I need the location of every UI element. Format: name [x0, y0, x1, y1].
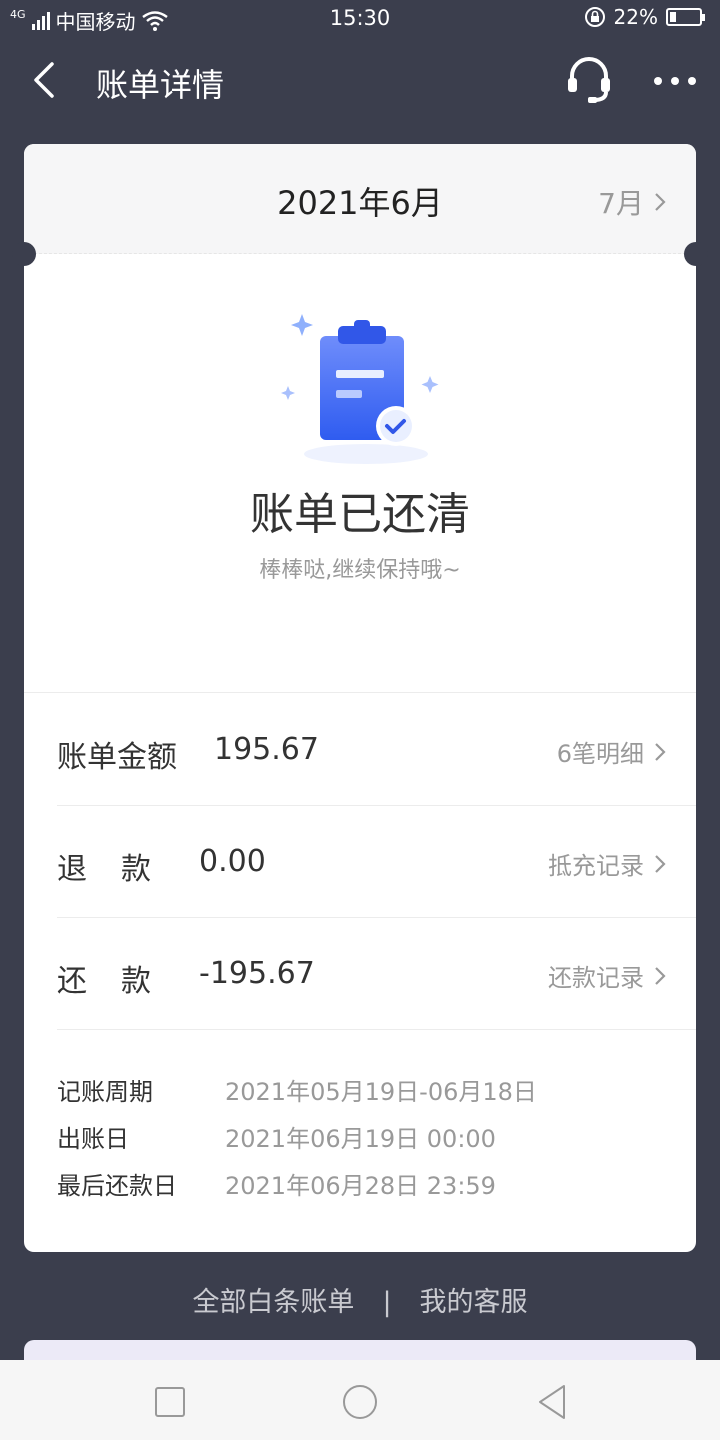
link-label: 6笔明细 — [556, 740, 644, 768]
row-label: 账单金额 — [57, 740, 177, 775]
back-nav-icon[interactable] — [534, 1382, 574, 1422]
row-label: 还 款 — [57, 964, 153, 999]
month-header: 2021年6月 7月 — [24, 144, 696, 254]
footer-separator: | — [382, 1287, 392, 1318]
link-label: 抵充记录 — [548, 852, 644, 880]
rotation-lock-icon — [584, 7, 605, 27]
row-label: 退 款 — [57, 852, 153, 887]
repayment-records-link[interactable]: 还款记录 — [548, 958, 666, 993]
back-icon[interactable] — [28, 60, 68, 100]
next-month-label: 7月 — [598, 187, 644, 220]
status-bar: 4G 中国移动 15:30 22% — [0, 0, 720, 38]
link-label: 还款记录 — [548, 964, 644, 992]
status-right: 22% — [584, 5, 705, 29]
ticket-notch-left — [12, 242, 36, 266]
info-value: 2021年06月19日 00:00 — [225, 1125, 496, 1153]
ticket-notch-right — [684, 242, 708, 266]
system-nav-bar — [0, 1360, 720, 1440]
row-amount: -195.67 — [199, 956, 315, 991]
offset-records-link[interactable]: 抵充记录 — [548, 846, 666, 881]
all-bills-link[interactable]: 全部白条账单 — [192, 1280, 354, 1319]
divider — [57, 1029, 696, 1030]
status-title: 账单已还清 — [250, 489, 470, 540]
info-value: 2021年05月19日-06月18日 — [225, 1078, 537, 1106]
bill-amount-row: 账单金额 195.67 6笔明细 — [24, 694, 696, 806]
row-amount: 195.67 — [214, 732, 319, 767]
more-icon[interactable] — [650, 66, 700, 96]
battery-icon — [666, 8, 705, 26]
footer-links: 全部白条账单 | 我的客服 — [0, 1280, 720, 1319]
next-month-link[interactable]: 7月 — [598, 182, 666, 222]
bill-details-link[interactable]: 6笔明细 — [557, 734, 666, 769]
chevron-right-icon — [655, 966, 666, 985]
divider — [24, 692, 696, 693]
headset-icon[interactable] — [562, 54, 616, 108]
bill-cleared-icon — [281, 314, 439, 464]
info-key: 记账周期 — [57, 1078, 153, 1106]
page-title: 账单详情 — [96, 66, 225, 104]
customer-service-link[interactable]: 我的客服 — [420, 1280, 528, 1319]
row-amount: 0.00 — [199, 844, 266, 879]
nav-bar: 账单详情 — [0, 38, 720, 126]
repayment-row: 还 款 -195.67 还款记录 — [24, 918, 696, 1030]
refund-row: 退 款 0.00 抵充记录 — [24, 806, 696, 918]
current-month: 2021年6月 — [277, 184, 443, 222]
chevron-right-icon — [655, 854, 666, 873]
info-value: 2021年06月28日 23:59 — [225, 1172, 496, 1200]
home-icon[interactable] — [340, 1382, 380, 1422]
recent-apps-icon[interactable] — [150, 1382, 190, 1422]
bill-card: 2021年6月 7月 账单已还清 棒棒哒,继续保持哦~ 账单金额 195.67 … — [12, 144, 708, 1252]
chevron-right-icon — [655, 742, 666, 761]
info-key: 出账日 — [57, 1125, 129, 1153]
chevron-right-icon — [655, 193, 666, 211]
info-key: 最后还款日 — [57, 1172, 177, 1200]
battery-percent: 22% — [613, 5, 658, 29]
status-subtitle: 棒棒哒,继续保持哦~ — [259, 558, 461, 583]
